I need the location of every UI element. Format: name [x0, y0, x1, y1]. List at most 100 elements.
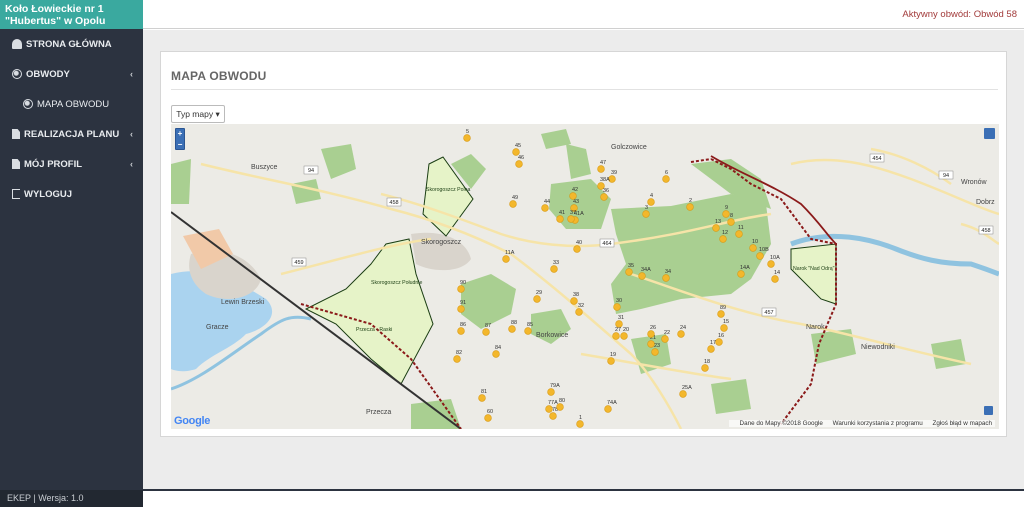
map-marker[interactable] [735, 230, 743, 238]
map-marker[interactable] [502, 255, 510, 263]
sidebar-item-circuits[interactable]: OBWODY ‹ [0, 59, 143, 89]
map-marker[interactable] [453, 355, 461, 363]
fullscreen-icon[interactable] [984, 128, 995, 139]
map-terms-link[interactable]: Warunki korzystania z programu [833, 420, 923, 427]
map-marker-label: 25A [682, 385, 692, 391]
map-marker[interactable] [701, 364, 709, 372]
map-marker[interactable] [707, 345, 715, 353]
map-marker[interactable] [533, 295, 541, 303]
map-marker[interactable] [749, 244, 757, 252]
map-marker[interactable] [719, 235, 727, 243]
sidebar-item-circuit-map[interactable]: MAPA OBWODU [0, 89, 143, 119]
map-marker[interactable] [556, 215, 564, 223]
map-marker[interactable] [509, 200, 517, 208]
map-marker[interactable] [492, 350, 500, 358]
map-marker[interactable] [767, 260, 775, 268]
map-canvas[interactable]: 54546473938A3664324944424341A41 379813121… [171, 124, 999, 429]
map-marker[interactable] [547, 388, 555, 396]
map-marker[interactable] [478, 394, 486, 402]
map-marker[interactable] [482, 328, 490, 336]
map-marker[interactable] [612, 332, 620, 340]
map-marker[interactable] [575, 308, 583, 316]
zoom-control[interactable]: + − [175, 128, 185, 150]
map-marker[interactable] [556, 403, 564, 411]
sidebar-item-home[interactable]: STRONA GŁÓWNA [0, 29, 143, 59]
map-marker-label: 40 [576, 240, 582, 246]
map-marker[interactable] [463, 134, 471, 142]
map-marker[interactable] [638, 272, 646, 280]
map-marker[interactable] [727, 218, 735, 226]
sidebar-item-label: MÓJ PROFIL [24, 158, 83, 170]
map-marker[interactable] [625, 268, 633, 276]
place-label: Buszyce [251, 164, 278, 171]
map-marker[interactable] [457, 285, 465, 293]
map-marker[interactable] [756, 252, 764, 260]
app-brand[interactable]: Koło Łowieckie nr 1 "Hubertus" w Opolu [0, 0, 143, 29]
map-marker[interactable] [550, 265, 558, 273]
map-marker-label: 15 [723, 319, 729, 325]
map-marker[interactable] [573, 245, 581, 253]
map-marker[interactable] [715, 338, 723, 346]
map-marker[interactable] [679, 390, 687, 398]
map-marker[interactable] [604, 405, 612, 413]
map-marker[interactable] [613, 303, 621, 311]
map-marker[interactable] [597, 165, 605, 173]
map-marker[interactable] [620, 332, 628, 340]
map-type-button[interactable]: Typ mapy ▾ [171, 105, 225, 123]
map-marker-label: 29 [536, 290, 542, 296]
map-marker[interactable] [549, 412, 557, 420]
map-marker[interactable] [642, 210, 650, 218]
map-marker[interactable] [771, 275, 779, 283]
map-marker[interactable] [541, 204, 549, 212]
map-marker[interactable] [686, 203, 694, 211]
map-marker-label: 26 [650, 325, 656, 331]
map-marker[interactable] [457, 305, 465, 313]
map-marker[interactable] [662, 175, 670, 183]
map-marker[interactable] [508, 325, 516, 333]
map-marker[interactable] [515, 160, 523, 168]
hunting-area-label[interactable]: Narok "Nad Odrą" [793, 266, 835, 272]
map-marker[interactable] [600, 193, 608, 201]
map-view[interactable]: 5 45 46 47 39 38A 36 6 4 3 2 49 44 42 43 41A 41 37 9 8 13 12 1… [171, 124, 999, 429]
map-marker[interactable] [647, 330, 655, 338]
map-marker[interactable] [567, 215, 575, 223]
sidebar-item-logout[interactable]: WYLOGUJ [0, 179, 143, 209]
map-marker[interactable] [722, 210, 730, 218]
hunting-area-label[interactable]: Skorogoszcz Polna [426, 187, 471, 193]
map-marker[interactable] [661, 335, 669, 343]
zoom-in-button[interactable]: + [176, 129, 184, 140]
map-marker-label: 19 [610, 352, 616, 358]
map-marker-label: 74A [607, 400, 617, 406]
divider [171, 89, 998, 90]
map-marker[interactable] [484, 414, 492, 422]
map-marker-label: 20 [623, 327, 629, 333]
map-marker[interactable] [524, 327, 532, 335]
top-bar: Aktywny obwód: Obwód 58 [143, 0, 1024, 29]
map-marker[interactable] [737, 270, 745, 278]
map-marker[interactable] [712, 224, 720, 232]
map-marker[interactable] [717, 310, 725, 318]
map-marker[interactable] [720, 324, 728, 332]
sidebar-item-profile[interactable]: MÓJ PROFIL ‹ [0, 149, 143, 179]
map-marker[interactable] [647, 198, 655, 206]
map-marker[interactable] [607, 357, 615, 365]
map-marker-label: 35 [628, 263, 634, 269]
map-marker-label: 4 [650, 193, 653, 199]
map-marker-label: 17 [710, 340, 716, 346]
map-marker[interactable] [651, 348, 659, 356]
map-marker[interactable] [576, 420, 584, 428]
hunting-area-label[interactable]: Skorogoszcz Południe [371, 280, 422, 286]
map-report-link[interactable]: Zgłoś błąd w mapach [932, 420, 992, 427]
map-marker[interactable] [677, 330, 685, 338]
map-marker[interactable] [457, 327, 465, 335]
hunting-area-label[interactable]: Przecza - Raski [356, 327, 392, 333]
sidebar-item-plan[interactable]: REALIZACJA PLANU ‹ [0, 119, 143, 149]
map-marker[interactable] [662, 274, 670, 282]
street-view-icon[interactable] [984, 406, 993, 415]
map-marker[interactable] [570, 297, 578, 305]
zoom-out-button[interactable]: − [176, 140, 184, 151]
map-marker[interactable] [647, 340, 655, 348]
file-icon [12, 159, 20, 169]
active-circuit-label[interactable]: Aktywny obwód: Obwód 58 [902, 9, 1017, 20]
map-marker-label: 31 [618, 315, 624, 321]
